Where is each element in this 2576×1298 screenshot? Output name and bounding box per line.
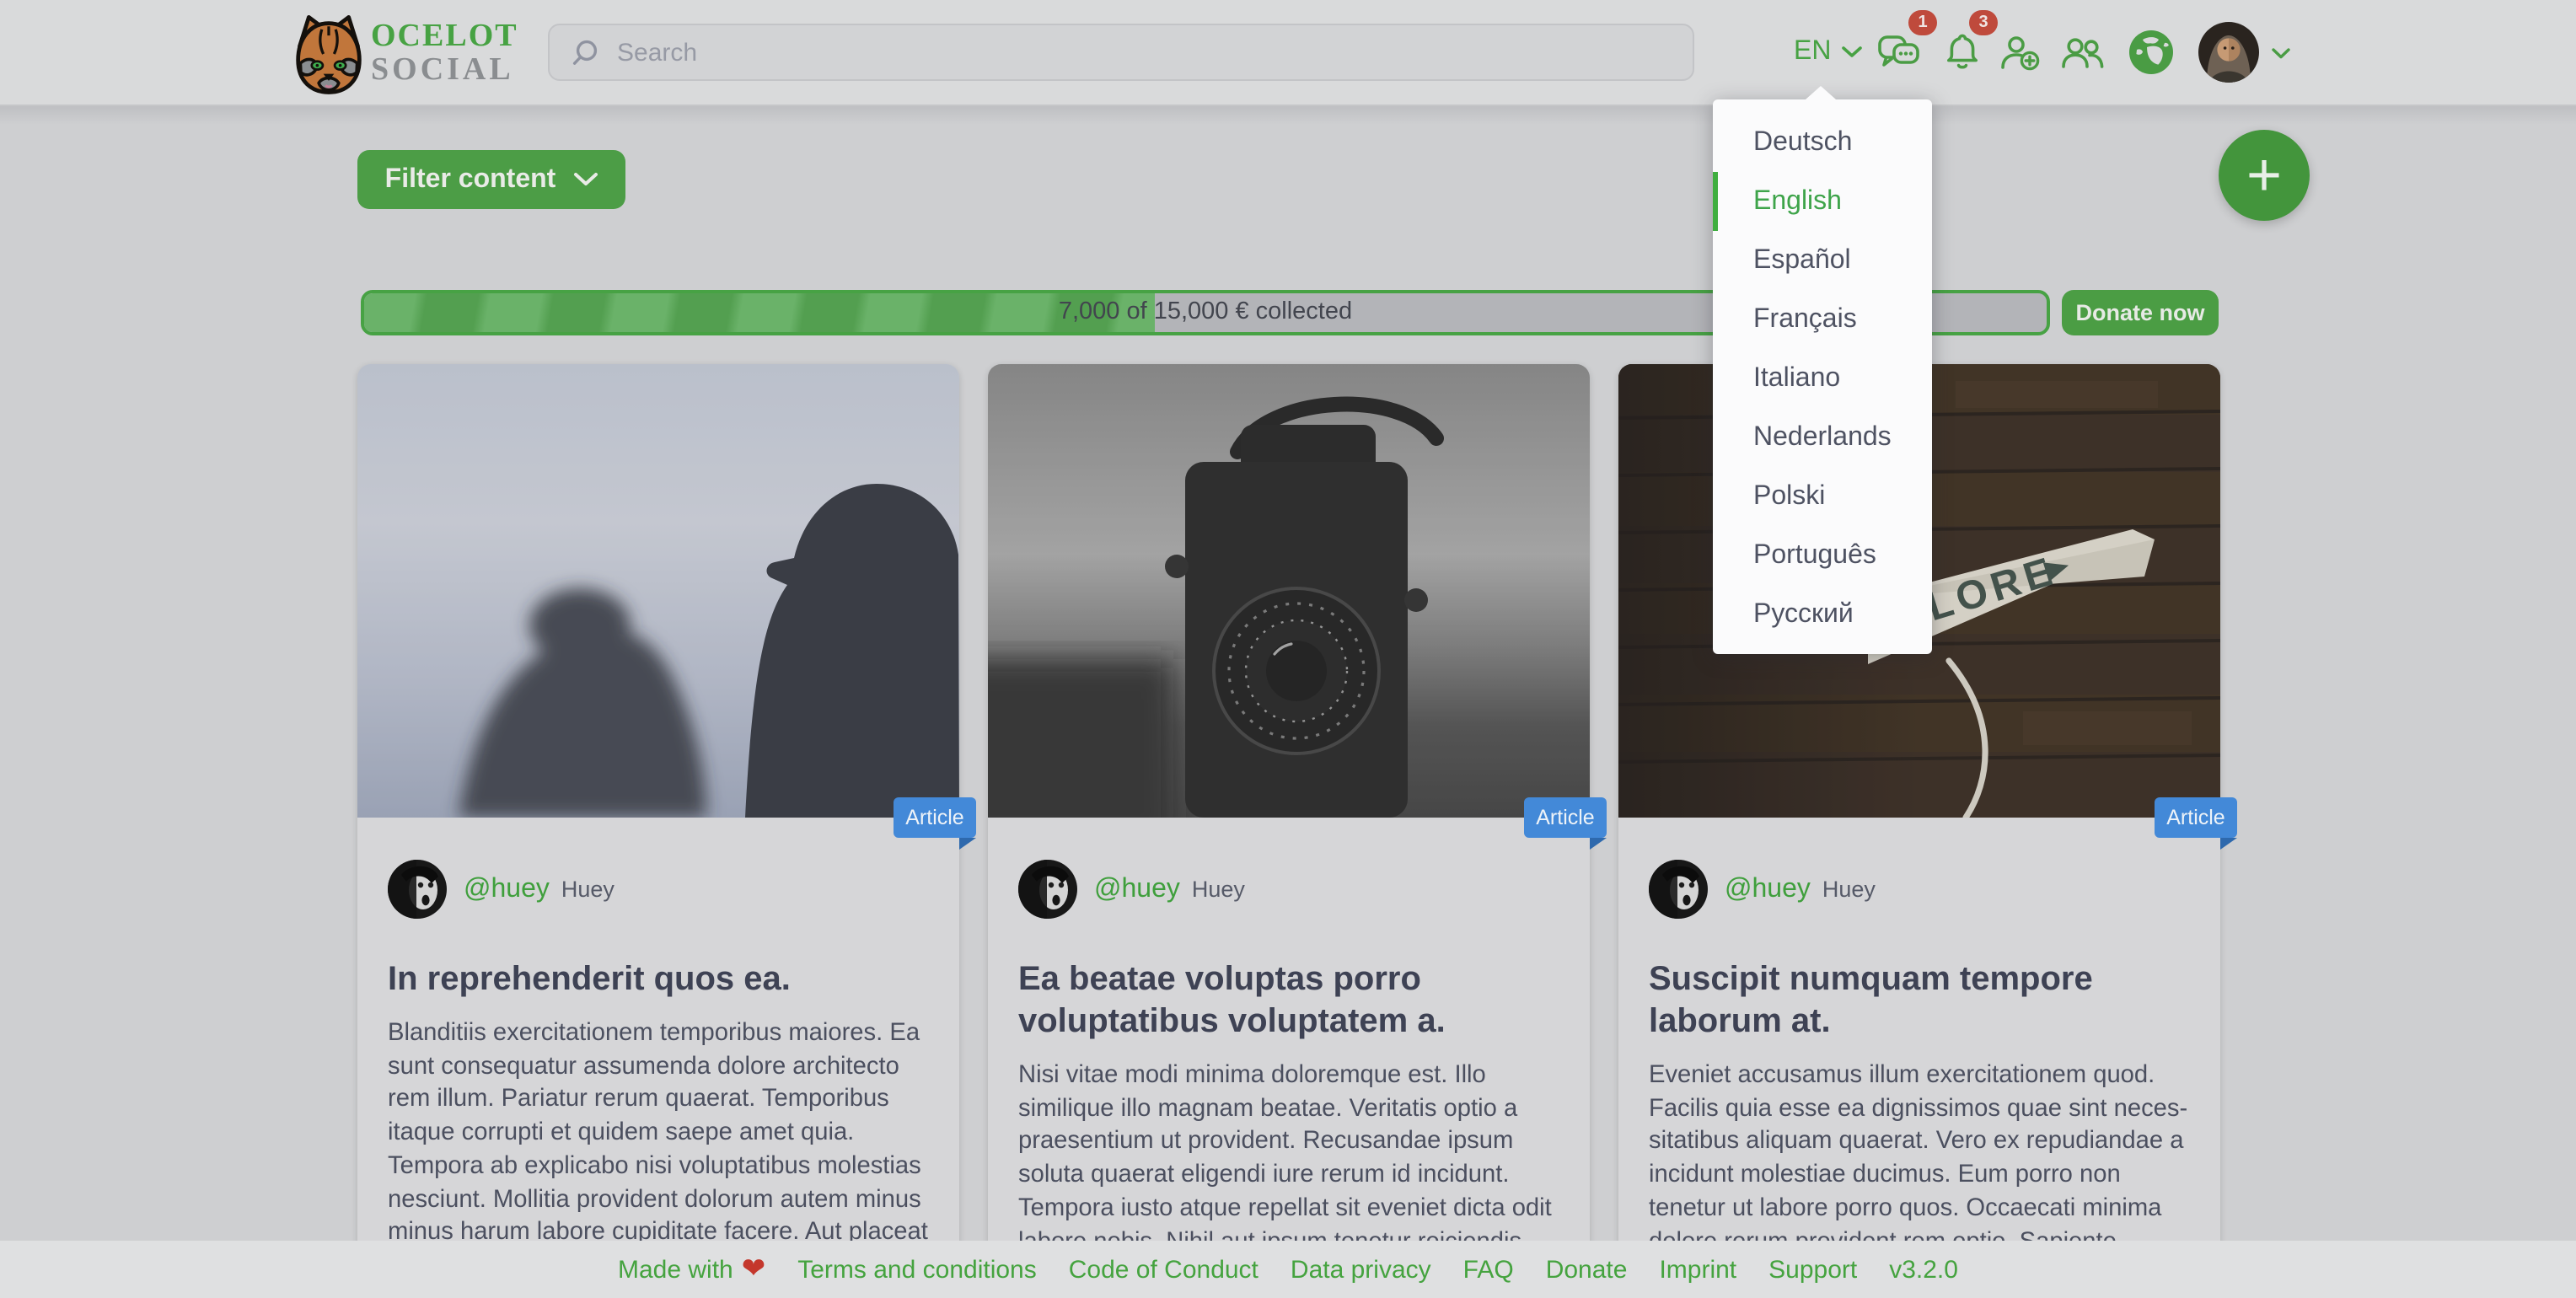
- post-card-body: @huey Huey Suscipit numquam tempore labo…: [1618, 860, 2220, 1293]
- user-menu-chevron-icon[interactable]: [2271, 47, 2291, 61]
- chat-badge: 1: [1908, 10, 1937, 35]
- header-shadow: [0, 105, 2576, 125]
- ocelot-social-app: OCELOT SOCIAL EN 1: [0, 0, 2576, 1298]
- language-option-nederlands[interactable]: Nederlands: [1713, 408, 1932, 467]
- post-card-body: @huey Huey In reprehenderit quos ea. Bla…: [357, 860, 959, 1284]
- version-label: v3.2.0: [1889, 1255, 1958, 1284]
- post-title[interactable]: Suscipit numquam tempore laborum at.: [1649, 959, 2190, 1043]
- post-card-body: @huey Huey Ea beatae voluptas porro volu…: [988, 860, 1590, 1298]
- language-option-english[interactable]: English: [1713, 172, 1932, 231]
- create-post-button[interactable]: +: [2219, 130, 2310, 221]
- user-menu-avatar[interactable]: [2198, 22, 2259, 83]
- footer-link-imprint[interactable]: Imprint: [1659, 1255, 1736, 1284]
- filter-content-button[interactable]: Filter content: [357, 150, 625, 209]
- footer-link-code-of-conduct[interactable]: Code of Conduct: [1069, 1255, 1258, 1284]
- logo-text-ocelot: OCELOT: [371, 20, 518, 54]
- post-author-row: @huey Huey: [1649, 860, 2190, 919]
- map-button[interactable]: [2128, 0, 2175, 105]
- post-card: Article @huey Huey: [357, 364, 959, 1298]
- footer-link-donate[interactable]: Donate: [1546, 1255, 1628, 1284]
- user-avatar-image: [2198, 22, 2259, 83]
- groups-button[interactable]: [2060, 0, 2106, 105]
- chat-button[interactable]: 1: [1876, 0, 1922, 105]
- notifications-button[interactable]: 3: [1942, 0, 1983, 105]
- add-user-button[interactable]: [1998, 0, 2042, 105]
- author-avatar-image: [1018, 860, 1077, 919]
- ocelot-logo-icon: [295, 10, 362, 98]
- chat-icon: [1876, 30, 1922, 74]
- post-card: Article @huey Huey: [988, 364, 1590, 1298]
- footer-link-faq[interactable]: FAQ: [1463, 1255, 1514, 1284]
- chevron-down-icon: [572, 172, 598, 187]
- filter-content-label: Filter content: [385, 164, 556, 195]
- footer-link-terms[interactable]: Terms and conditions: [797, 1255, 1037, 1284]
- post-feed: Article @huey Huey: [357, 364, 2220, 1298]
- author-avatar[interactable]: [1649, 860, 1708, 919]
- made-with-label: Made with: [618, 1255, 733, 1284]
- author-name: Huey: [1822, 877, 1876, 902]
- users-icon: [2060, 30, 2106, 74]
- logo-text-social: SOCIAL: [371, 54, 518, 88]
- chevron-down-icon: [1841, 46, 1863, 59]
- author-avatar-image: [388, 860, 447, 919]
- bell-icon: [1942, 30, 1983, 74]
- author-avatar[interactable]: [1018, 860, 1077, 919]
- author-avatar[interactable]: [388, 860, 447, 919]
- notifications-badge: 3: [1969, 10, 1998, 35]
- search-bar[interactable]: [548, 24, 1694, 81]
- search-input[interactable]: [614, 36, 1633, 68]
- made-with: Made with ❤: [618, 1252, 765, 1286]
- footer-link-data-privacy[interactable]: Data privacy: [1291, 1255, 1431, 1284]
- logo[interactable]: OCELOT SOCIAL: [295, 10, 518, 98]
- header: OCELOT SOCIAL EN 1: [0, 0, 2576, 106]
- language-option-polski[interactable]: Polski: [1713, 467, 1932, 526]
- dropdown-pointer: [1806, 86, 1836, 99]
- language-option-portugues[interactable]: Português: [1713, 526, 1932, 585]
- language-option-deutsch[interactable]: Deutsch: [1713, 113, 1932, 172]
- post-author-row: @huey Huey: [1018, 860, 1559, 919]
- post-title[interactable]: In reprehenderit quos ea.: [388, 959, 929, 1001]
- post-image-camera: [988, 364, 1590, 818]
- footer: Made with ❤ Terms and conditions Code of…: [0, 1241, 2576, 1298]
- search-icon: [568, 36, 600, 68]
- article-badge: Article: [2155, 797, 2237, 838]
- post-author-row: @huey Huey: [388, 860, 929, 919]
- plus-icon: +: [2246, 140, 2282, 209]
- language-option-italiano[interactable]: Italiano: [1713, 349, 1932, 408]
- language-option-espanol[interactable]: Español: [1713, 231, 1932, 290]
- language-option-francais[interactable]: Français: [1713, 290, 1932, 349]
- author-name: Huey: [1192, 877, 1245, 902]
- author-handle[interactable]: @huey: [1725, 874, 1811, 904]
- post-image[interactable]: Article: [988, 364, 1590, 818]
- user-plus-icon: [1998, 30, 2042, 74]
- language-dropdown: Deutsch English Español Français Italian…: [1713, 99, 1932, 654]
- language-code: EN: [1794, 37, 1831, 67]
- author-handle[interactable]: @huey: [464, 874, 550, 904]
- author-avatar-image: [1649, 860, 1708, 919]
- globe-icon: [2128, 29, 2175, 76]
- footer-link-support[interactable]: Support: [1768, 1255, 1857, 1284]
- author-handle[interactable]: @huey: [1094, 874, 1180, 904]
- language-option-russkiy[interactable]: Русский: [1713, 585, 1932, 644]
- post-image-birds: [357, 364, 959, 818]
- heart-icon: ❤: [742, 1252, 766, 1286]
- author-name: Huey: [561, 877, 614, 902]
- article-badge: Article: [1524, 797, 1607, 838]
- article-badge: Article: [894, 797, 976, 838]
- donate-now-button[interactable]: Donate now: [2062, 290, 2219, 335]
- post-title[interactable]: Ea beatae voluptas porro voluptati­bus v…: [1018, 959, 1559, 1043]
- post-image[interactable]: Article: [357, 364, 959, 818]
